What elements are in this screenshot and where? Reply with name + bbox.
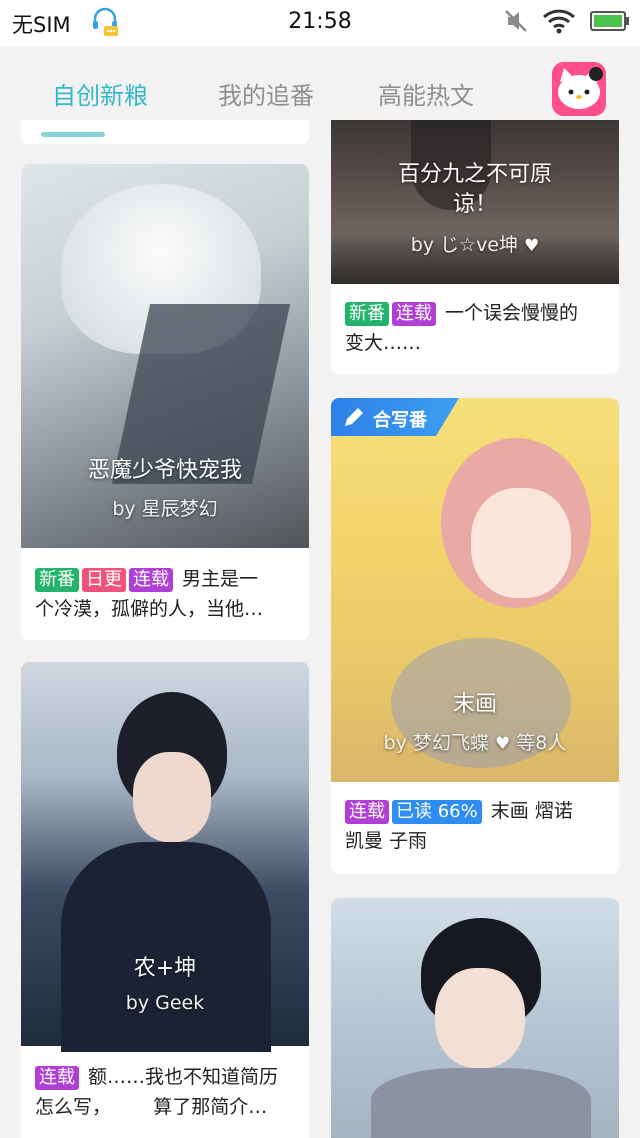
story-title: 末画 <box>452 692 497 717</box>
story-description: 新番 连载 一个误会慢慢的 变大…… <box>345 298 605 358</box>
author-name: by じ☆ve坤 <box>410 234 518 256</box>
story-cover-image <box>331 398 619 782</box>
author-name: by 梦幻飞蝶 <box>383 732 489 754</box>
description-line1: 末画 熠诺 <box>490 800 573 822</box>
tag-new: 新番 <box>345 302 389 326</box>
story-cover-image <box>21 164 309 548</box>
story-title-line1: 百分九之不可原 <box>397 162 552 187</box>
tag-serial: 连载 <box>129 568 173 592</box>
story-card[interactable]: 合写番 末画 by 梦幻飞蝶 ♥ 等8人 连载 已读 66% 末画 熠诺 凯曼 子… <box>331 398 619 874</box>
battery-icon <box>590 11 629 31</box>
reading-progress-bar <box>41 132 105 137</box>
story-author: by 梦幻飞蝶 ♥ 等8人 <box>331 728 619 755</box>
tag-daily: 日更 <box>82 568 126 592</box>
story-cover-image <box>21 662 309 1052</box>
story-author: by じ☆ve坤 ♥ <box>331 230 619 257</box>
description-line2: 怎么写， 算了那简介… <box>35 1096 268 1118</box>
story-title-line2: 谅！ <box>452 192 497 217</box>
story-card[interactable]: 农+坤 by Geek 连载 额……我也不知道简历 怎么写， 算了那简介… <box>21 662 309 1138</box>
card-partial-top-left[interactable] <box>21 120 309 144</box>
description-line1: 一个误会慢慢的 <box>445 302 579 324</box>
mute-icon <box>505 10 527 32</box>
co-author-count: 等8人 <box>516 732 567 754</box>
status-bar: 无SIM 21:58 <box>0 0 640 46</box>
tab-following[interactable]: 我的追番 <box>218 76 314 111</box>
story-description: 新番 日更 连载 男主是一 个冷漠，孤僻的人，当他… <box>35 564 295 624</box>
tag-serial: 连载 <box>35 1066 79 1090</box>
story-title: 恶魔少爷快宠我 <box>87 458 242 483</box>
story-card[interactable] <box>331 898 619 1138</box>
story-description: 连载 额……我也不知道简历 怎么写， 算了那简介… <box>35 1062 295 1122</box>
hello-kitty-app-icon[interactable] <box>552 62 606 116</box>
tag-serial: 连载 <box>345 800 389 824</box>
tag-read-progress: 已读 66% <box>392 800 482 824</box>
story-card[interactable]: 恶魔少爷快宠我 by 星辰梦幻 新番 日更 连载 男主是一 个冷漠，孤僻的人，当他… <box>21 164 309 640</box>
description-line2: 个冷漠，孤僻的人，当他… <box>35 598 264 620</box>
pencil-icon <box>345 408 363 426</box>
story-author: by 星辰梦幻 <box>112 498 218 520</box>
story-description: 连载 已读 66% 末画 熠诺 凯曼 子雨 <box>345 796 605 856</box>
story-author: by Geek <box>125 992 205 1014</box>
heart-icon: ♥ <box>495 734 511 754</box>
description-line1: 男主是一 <box>182 568 259 590</box>
wifi-icon <box>542 9 576 34</box>
story-title: 农+坤 <box>133 956 197 981</box>
story-card[interactable]: 百分九之不可原 谅！ by じ☆ve坤 ♥ 新番 连载 一个误会慢慢的 变大…… <box>331 120 619 374</box>
badge-label: 合写番 <box>373 410 427 431</box>
description-line2: 凯曼 子雨 <box>345 830 428 852</box>
story-cover-image <box>331 898 619 1138</box>
tab-original[interactable]: 自创新粮 <box>52 76 148 111</box>
description-line2: 变大…… <box>345 332 422 354</box>
tab-hot[interactable]: 高能热文 <box>378 76 474 111</box>
heart-icon: ♥ <box>524 236 540 256</box>
description-line1: 额……我也不知道简历 <box>88 1066 279 1088</box>
tag-new: 新番 <box>35 568 79 592</box>
tag-serial: 连载 <box>392 302 436 326</box>
